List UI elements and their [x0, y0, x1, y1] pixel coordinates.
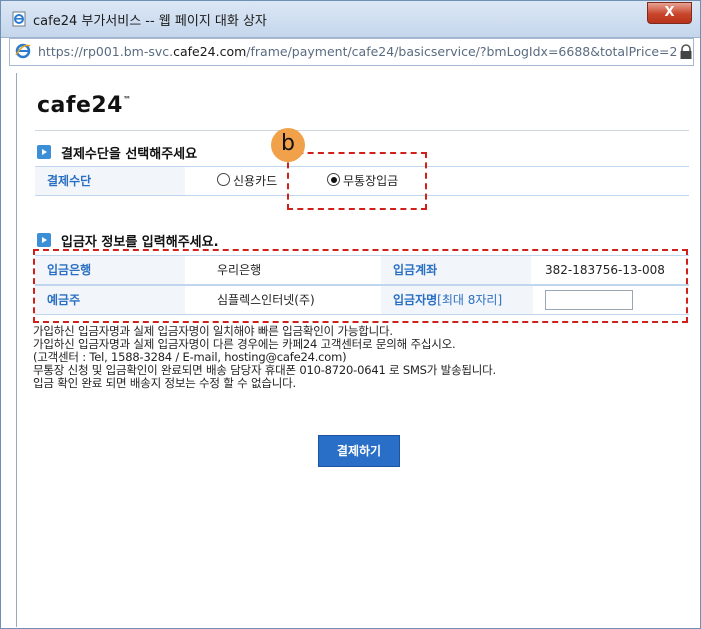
- annotation-box-payment: [287, 152, 427, 210]
- annotation-box-depositor: [33, 249, 688, 323]
- window-title: cafe24 부가서비스 -- 웹 페이지 대화 상자: [33, 14, 267, 29]
- divider: [35, 130, 689, 131]
- annotation-badge: b: [271, 128, 305, 162]
- payment-method-label: 결제수단: [35, 167, 185, 195]
- arrow-bullet-icon: [37, 233, 51, 247]
- url-text: https://rp001.bm-svc.cafe24.com/frame/pa…: [38, 44, 678, 59]
- depositor-section-heading: 입금자 정보를 입력해주세요.: [37, 231, 219, 250]
- page-icon: [12, 11, 26, 27]
- title-bar[interactable]: cafe24 부가서비스 -- 웹 페이지 대화 상자 X: [1, 1, 700, 38]
- notice-line: 입금 확인 완료 되면 배송지 정보는 수정 할 수 없습니다.: [33, 376, 296, 390]
- arrow-bullet-icon: [37, 145, 51, 159]
- ie-icon: [15, 43, 31, 59]
- payment-section-heading: 결제수단을 선택해주세요: [37, 143, 197, 162]
- radio-credit-card[interactable]: [217, 173, 230, 186]
- pay-button[interactable]: 결제하기: [318, 435, 400, 467]
- notice-text: 가입하신 입금자명과 실제 입금자명이 일치해야 빠른 입금확인이 가능합니다.…: [33, 325, 496, 390]
- address-bar[interactable]: https://rp001.bm-svc.cafe24.com/frame/pa…: [9, 38, 694, 66]
- lock-icon: [679, 44, 693, 60]
- close-button[interactable]: X: [647, 2, 692, 24]
- option-credit-card[interactable]: 신용카드: [207, 167, 277, 195]
- cafe24-logo: cafe24™: [37, 93, 132, 118]
- content-area: cafe24™ 결제수단을 선택해주세요 결제수단 신용카드 무통장입금 b 입…: [16, 73, 689, 627]
- dialog-window: cafe24 부가서비스 -- 웹 페이지 대화 상자 X https://rp…: [0, 0, 701, 629]
